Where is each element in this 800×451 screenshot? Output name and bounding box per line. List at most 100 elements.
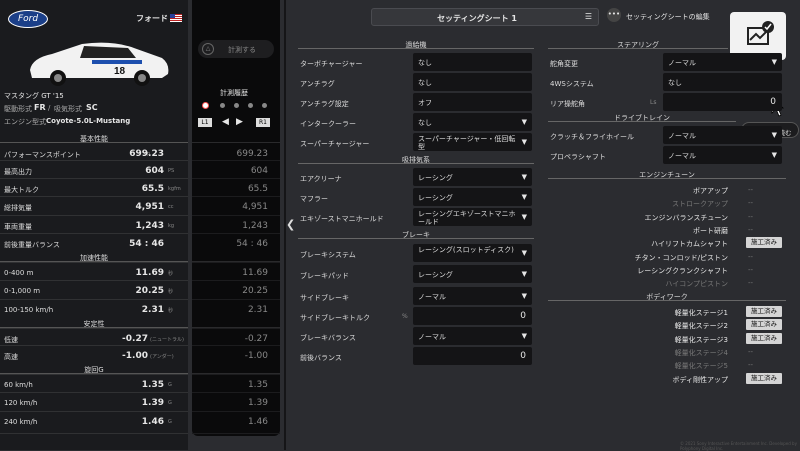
- section-bodywork: ボディワーク: [548, 292, 786, 301]
- stat-label: 0-400 m: [4, 269, 34, 277]
- compare-row: 4,951: [192, 197, 280, 216]
- stat-row: 100-150 km/h 2.31 秒: [0, 300, 188, 329]
- dropdown-arrow-icon: ▼: [521, 193, 527, 201]
- sheet-selector[interactable]: セッティングシート 1 ☰: [371, 8, 599, 26]
- brake-pad-dropdown[interactable]: レーシング ▼: [413, 265, 532, 283]
- collapse-chevron-icon[interactable]: ❮: [286, 218, 296, 231]
- tune-row: 軽量化ステージ1 施工済み: [548, 305, 786, 318]
- exhaust-manifold-dropdown[interactable]: レーシングエキゾーストマニホールド ▼: [413, 208, 532, 226]
- side-brake-torque-field[interactable]: 0: [413, 307, 532, 325]
- propshaft-dropdown[interactable]: ノーマル ▼: [663, 146, 782, 164]
- intercooler-dropdown[interactable]: なし ▼: [413, 113, 532, 131]
- compare-row: 11.69: [192, 263, 280, 281]
- row-steer-angle: 舵角変更 ノーマル ▼: [548, 53, 786, 73]
- turbo-field[interactable]: なし: [413, 53, 532, 71]
- clutch-dropdown[interactable]: ノーマル ▼: [663, 126, 782, 144]
- steer-angle-dropdown[interactable]: ノーマル ▼: [663, 53, 782, 71]
- tune-row: ハイリフトカムシャフト 施工済み: [548, 236, 786, 249]
- antilag-field[interactable]: なし: [413, 73, 532, 91]
- compare-value: -0.27: [244, 334, 268, 344]
- stat-value: 1.35: [141, 380, 164, 390]
- section-basic: 基本性能: [0, 134, 188, 143]
- history-pager[interactable]: [202, 102, 272, 110]
- compare-row: 54 : 46: [192, 234, 280, 263]
- dropdown-arrow-icon: ▼: [771, 131, 777, 139]
- stat-unit: (アンダー): [150, 354, 174, 360]
- stat-value: 1.46: [141, 417, 164, 427]
- car-image: 18: [30, 42, 169, 86]
- stat-label: 60 km/h: [4, 381, 33, 389]
- dropdown-arrow-icon: ▼: [521, 213, 527, 221]
- stat-row: 120 km/h 1.39 G: [0, 393, 188, 412]
- dropdown-arrow-icon: ▼: [521, 270, 527, 278]
- stat-label: 最高出力: [4, 168, 32, 176]
- row-clutch: クラッチ＆フライホイール ノーマル ▼: [548, 126, 786, 146]
- front-rear-balance-field[interactable]: 0: [413, 347, 532, 365]
- prev-icon[interactable]: ◀: [222, 117, 229, 127]
- tune-row: ストロークアップ --: [548, 196, 786, 209]
- row-side-brake-torque: サイドブレーキトルク% 0: [298, 307, 534, 327]
- brake-balance-dropdown[interactable]: ノーマル ▼: [413, 327, 532, 345]
- tune-value: --: [748, 347, 754, 356]
- stat-label: 総排気量: [4, 204, 32, 212]
- more-icon[interactable]: •••: [607, 8, 621, 22]
- triangle-button-icon: △: [202, 43, 214, 55]
- compare-row: 20.25: [192, 281, 280, 300]
- brake-system-dropdown[interactable]: レーシング(スロットディスク) ▼: [413, 244, 532, 262]
- row-side-brake: サイドブレーキ ノーマル ▼: [298, 287, 534, 307]
- compare-value: 20.25: [242, 286, 268, 296]
- menu-icon: ☰: [584, 12, 592, 21]
- row-rear-steer: リア操舵角 Ls 0: [548, 93, 786, 113]
- stat-label: 前後重量バランス: [4, 241, 60, 249]
- stat-unit: 秒: [168, 289, 174, 295]
- stat-value: 1.39: [141, 398, 164, 408]
- stat-row: 0-400 m 11.69 秒: [0, 263, 188, 281]
- supercharger-dropdown[interactable]: スーパーチャージャー・低回転型 ▼: [413, 133, 532, 151]
- section-engine-tune: エンジンチューン: [548, 170, 786, 179]
- tune-row: エンジンバランスチューン --: [548, 210, 786, 223]
- compare-row: 65.5: [192, 179, 280, 197]
- stat-row: 60 km/h 1.35 G: [0, 375, 188, 393]
- stat-label: 120 km/h: [4, 399, 38, 407]
- 4ws-field[interactable]: なし: [663, 73, 782, 91]
- section-intake-exhaust: 吸排気系: [298, 155, 534, 164]
- tune-label: ポート研磨: [693, 226, 728, 235]
- tune-value: --: [748, 265, 754, 274]
- row-propshaft: プロペラシャフト ノーマル ▼: [548, 146, 786, 166]
- compare-value: 699.23: [236, 149, 269, 159]
- compare-row: 1,243: [192, 216, 280, 234]
- measure-button[interactable]: △ 計測する: [198, 40, 274, 58]
- compare-value: 1.46: [247, 417, 268, 427]
- r1-button[interactable]: R1: [256, 118, 270, 127]
- tune-label: 軽量化ステージ5: [674, 362, 728, 371]
- compare-value: 1,243: [242, 221, 268, 231]
- compare-row: -1.00: [192, 346, 280, 375]
- air-cleaner-dropdown[interactable]: レーシング ▼: [413, 168, 532, 186]
- edit-sheet-label[interactable]: セッティングシートの編集: [626, 12, 710, 22]
- tune-label: ハイコンプピストン: [665, 280, 728, 289]
- tune-label: 軽量化ステージ2: [674, 322, 728, 331]
- tune-row: ボアアップ --: [548, 183, 786, 196]
- next-icon[interactable]: ▶: [236, 117, 243, 127]
- tune-label: ストロークアップ: [672, 200, 728, 209]
- side-brake-dropdown[interactable]: ノーマル ▼: [413, 287, 532, 305]
- compare-row: 699.23: [192, 144, 280, 161]
- antilag-setting-field[interactable]: オフ: [413, 93, 532, 111]
- compare-value: 11.69: [242, 268, 268, 278]
- tune-label: 軽量化ステージ1: [674, 309, 728, 317]
- stat-unit: G: [168, 382, 172, 388]
- brand-logo: Ford: [8, 10, 48, 28]
- stat-unit: 秒: [168, 271, 174, 277]
- stat-value: 54 : 46: [129, 239, 164, 249]
- tune-row: レーシングクランクシャフト --: [548, 263, 786, 276]
- intake-label: 吸気形式: [54, 105, 82, 113]
- muffler-dropdown[interactable]: レーシング ▼: [413, 188, 532, 206]
- l1-button[interactable]: L1: [198, 118, 212, 127]
- stat-value: 11.69: [135, 268, 164, 278]
- dropdown-arrow-icon: ▼: [521, 138, 527, 146]
- car-info-panel: Ford フォード 18 マスタング GT '15 駆動形式 FR / 吸気形式…: [0, 0, 188, 450]
- tune-value: --: [748, 212, 754, 221]
- row-turbo: ターボチャージャー なし: [298, 53, 534, 73]
- rear-steer-field[interactable]: 0: [663, 93, 782, 111]
- stat-value: -0.27: [122, 334, 148, 344]
